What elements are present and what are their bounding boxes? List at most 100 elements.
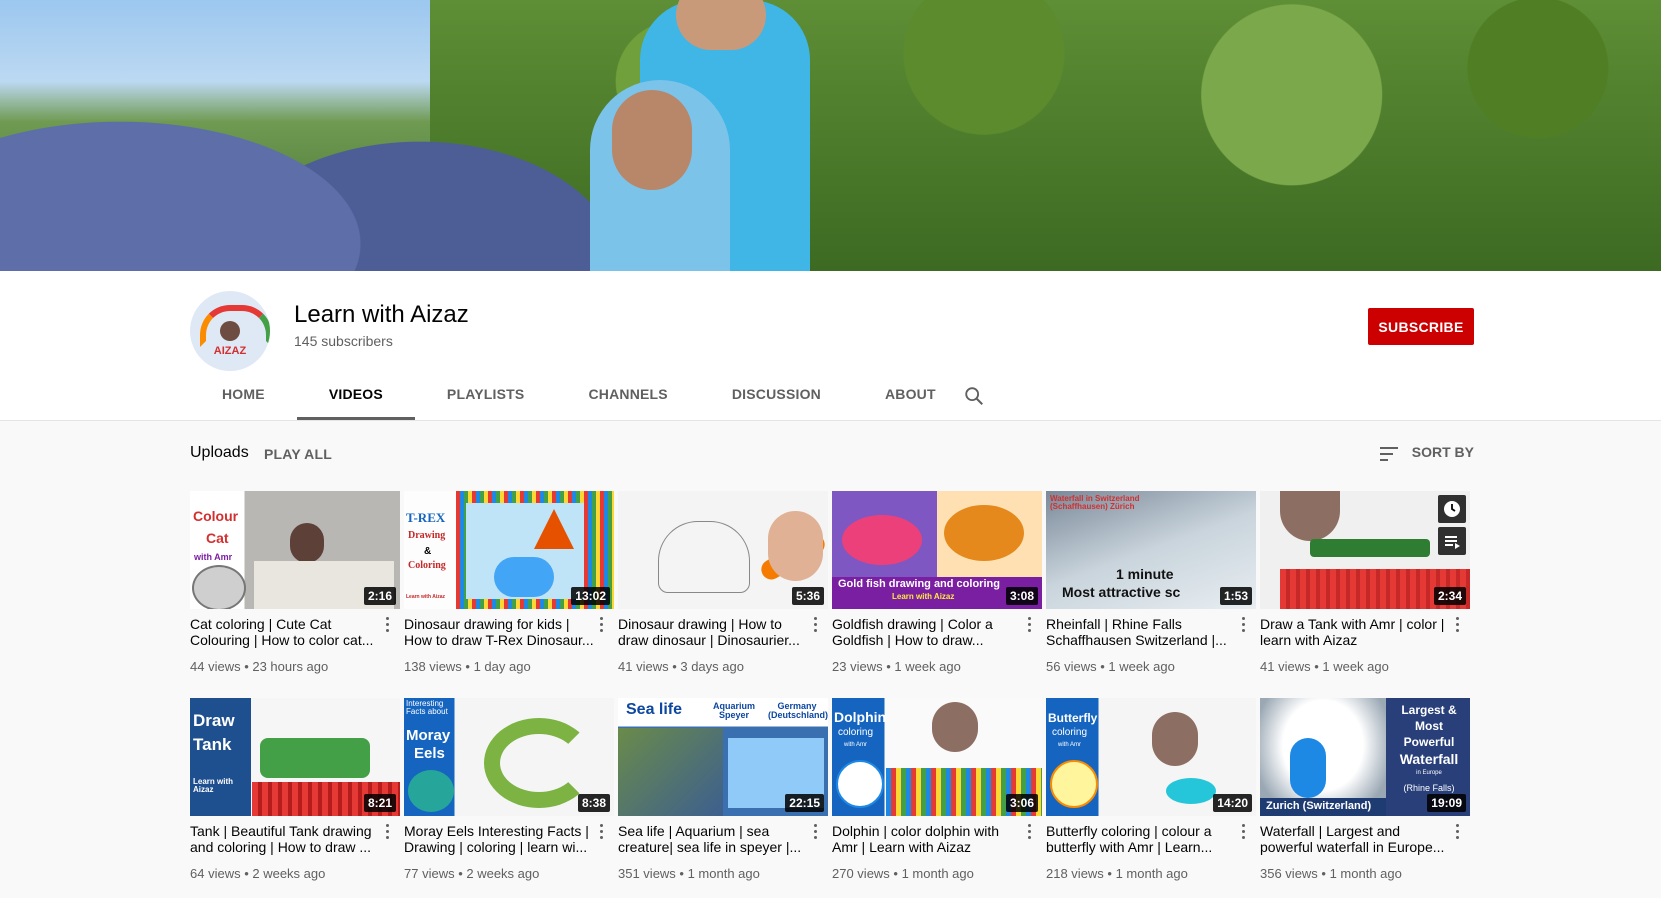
channel-tabs: HOME VIDEOS PLAYLISTS CHANNELS DISCUSSIO… [190,371,968,420]
video-card[interactable]: Gold fish drawing and coloring Learn wit… [832,491,1042,674]
subscribe-button[interactable]: SUBSCRIBE [1368,308,1474,345]
thumb-text-line: Dolphin [834,709,887,725]
more-options-icon[interactable] [1242,617,1246,633]
video-meta: 138 views • 1 day ago [404,659,531,674]
more-options-icon[interactable] [814,617,818,633]
video-thumbnail[interactable]: Dolphin coloring with Amr 3:06 [832,698,1042,816]
thumb-text-line: 1 minute [1116,566,1174,582]
tab-discussion[interactable]: DISCUSSION [700,371,853,420]
video-title[interactable]: Tank | Beautiful Tank drawing and colori… [190,823,380,855]
video-age: 1 month ago [687,866,760,881]
video-title[interactable]: Dinosaur drawing for kids | How to draw … [404,616,594,648]
video-title[interactable]: Sea life | Aquarium | sea creature| sea … [618,823,808,855]
video-age: 1 month ago [901,866,974,881]
thumb-text-line: Aquarium Speyer [712,701,755,721]
more-options-icon[interactable] [386,824,390,840]
video-thumbnail[interactable]: Interesting Facts about Moray Eels 8:38 [404,698,614,816]
subscriber-count: 145 subscribers [294,333,393,349]
more-options-icon[interactable] [600,824,604,840]
more-options-icon[interactable] [1028,824,1032,840]
video-age: 1 day ago [473,659,531,674]
video-duration: 8:38 [577,794,610,812]
channel-banner [0,0,1661,271]
video-thumbnail[interactable]: Largest & Most Powerful Waterfall in Eur… [1260,698,1470,816]
video-card[interactable]: Largest & Most Powerful Waterfall in Eur… [1260,698,1470,881]
video-title[interactable]: Cat coloring | Cute Cat Colouring | How … [190,616,380,648]
video-age: 1 week ago [1108,659,1175,674]
video-age: 1 month ago [1115,866,1188,881]
video-views: 23 views [832,659,883,674]
video-views: 64 views [190,866,241,881]
video-thumbnail[interactable]: T-REX Drawing & Coloring Learn with Aiza… [404,491,614,609]
tab-playlists[interactable]: PLAYLISTS [415,371,557,420]
video-thumbnail[interactable]: Butterfly coloring with Amr 14:20 [1046,698,1256,816]
video-card[interactable]: Interesting Facts about Moray Eels 8:38 … [404,698,614,881]
more-options-icon[interactable] [1456,824,1460,840]
search-icon[interactable] [963,385,985,407]
video-thumbnail[interactable]: 5:36 [618,491,828,609]
video-thumbnail[interactable]: 2:34 [1260,491,1470,609]
video-thumbnail[interactable]: Gold fish drawing and coloring Learn wit… [832,491,1042,609]
video-duration: 2:34 [1433,587,1466,605]
video-duration: 2:16 [363,587,396,605]
video-card[interactable]: Draw Tank Learn with Aizaz 8:21 Tank | B… [190,698,400,881]
more-options-icon[interactable] [814,824,818,840]
video-meta: 41 views • 1 week ago [1260,659,1389,674]
tab-home[interactable]: HOME [190,371,297,420]
video-title[interactable]: Butterfly coloring | colour a butterfly … [1046,823,1236,855]
video-card[interactable]: T-REX Drawing & Coloring Learn with Aiza… [404,491,614,674]
tab-about[interactable]: ABOUT [853,371,968,420]
channel-avatar[interactable]: AIZAZ [190,291,270,371]
sort-icon[interactable] [1380,446,1400,462]
video-card[interactable]: 2:34 Draw a Tank with Amr | color | lear… [1260,491,1470,674]
video-title[interactable]: Waterfall | Largest and powerful waterfa… [1260,823,1450,855]
video-meta: 218 views • 1 month ago [1046,866,1188,881]
sort-by-button[interactable]: SORT BY [1412,444,1474,460]
video-thumbnail[interactable]: Draw Tank Learn with Aizaz 8:21 [190,698,400,816]
video-card[interactable]: 5:36 Dinosaur drawing | How to draw dino… [618,491,828,674]
thumb-text-line: Tank [193,735,232,754]
video-duration: 19:09 [1427,794,1466,812]
more-options-icon[interactable] [386,617,390,633]
video-duration: 14:20 [1213,794,1252,812]
thumb-text-line: coloring [1052,727,1088,738]
add-to-queue-icon[interactable] [1438,527,1466,555]
tab-videos[interactable]: VIDEOS [296,371,415,420]
more-options-icon[interactable] [1028,617,1032,633]
thumb-text-line: Drawing [408,530,446,541]
video-views: 356 views [1260,866,1318,881]
video-title[interactable]: Moray Eels Interesting Facts | Drawing |… [404,823,594,855]
video-card[interactable]: Colour Cat with Amr 2:16 Cat coloring | … [190,491,400,674]
video-meta: 351 views • 1 month ago [618,866,760,881]
more-options-icon[interactable] [1456,617,1460,633]
thumb-text-line: Interesting Facts about [406,699,448,717]
thumb-text-line: Butterfly [1048,711,1098,725]
play-all-button[interactable]: PLAY ALL [264,446,332,462]
more-options-icon[interactable] [1242,824,1246,840]
video-title[interactable]: Rheinfall | Rhine Falls Schaffhausen Swi… [1046,616,1236,648]
tab-channels[interactable]: CHANNELS [556,371,699,420]
video-card[interactable]: Butterfly coloring with Amr 14:20 Butter… [1046,698,1256,881]
channel-header: AIZAZ Learn with Aizaz 145 subscribers S… [0,271,1661,421]
thumb-text-line: Waterfall in Switzerland (Schaffhausen) … [1050,494,1140,512]
video-card[interactable]: Dolphin coloring with Amr 3:06 Dolphin |… [832,698,1042,881]
video-thumbnail[interactable]: Waterfall in Switzerland (Schaffhausen) … [1046,491,1256,609]
video-title[interactable]: Dinosaur drawing | How to draw dinosaur … [618,616,808,648]
video-thumbnail[interactable]: Colour Cat with Amr 2:16 [190,491,400,609]
video-age: 3 days ago [680,659,744,674]
video-card[interactable]: Sea life Aquarium Speyer Germany (Deutsc… [618,698,828,881]
video-duration: 5:36 [791,587,824,605]
channel-title: Learn with Aizaz [294,301,469,328]
video-title[interactable]: Draw a Tank with Amr | color | learn wit… [1260,616,1450,648]
video-duration: 3:08 [1005,587,1038,605]
video-card[interactable]: Waterfall in Switzerland (Schaffhausen) … [1046,491,1256,674]
more-options-icon[interactable] [600,617,604,633]
video-thumbnail[interactable]: Sea life Aquarium Speyer Germany (Deutsc… [618,698,828,816]
video-title[interactable]: Dolphin | color dolphin with Amr | Learn… [832,823,1022,855]
video-views: 41 views [1260,659,1311,674]
video-title[interactable]: Goldfish drawing | Color a Goldfish | Ho… [832,616,1022,648]
thumb-text-line: Learn with Aizaz [892,592,955,601]
thumb-text-line: Moray [406,727,451,744]
watch-later-icon[interactable] [1438,495,1466,523]
thumb-text-line: Gold fish drawing and coloring [838,578,1000,590]
